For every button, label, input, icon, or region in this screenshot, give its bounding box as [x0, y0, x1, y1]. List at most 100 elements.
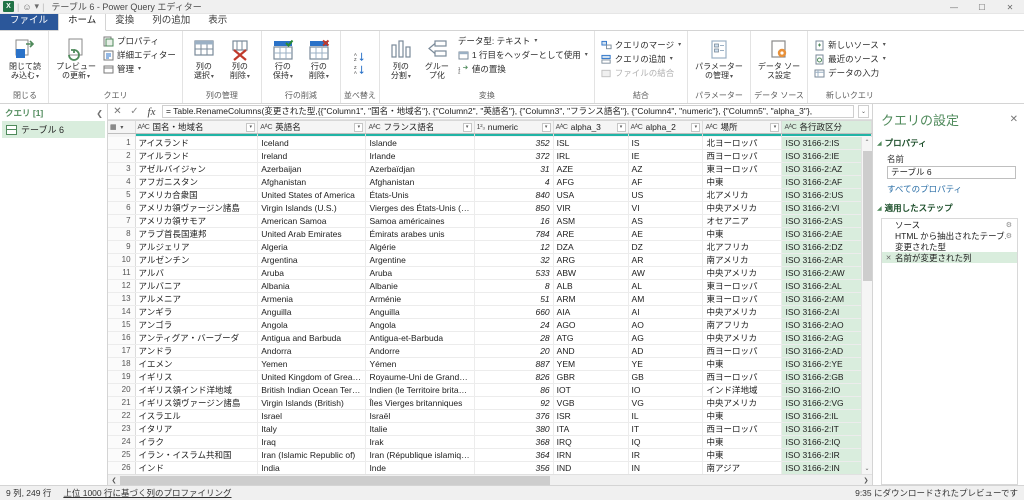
- row-index-cell[interactable]: 20: [108, 383, 135, 396]
- table-row[interactable]: 13アルメニアArmeniaArménie51ARMAM東ヨーロッパISO 31…: [108, 292, 872, 305]
- cell-numeric[interactable]: 660: [474, 305, 553, 318]
- cell-国名・地域名[interactable]: アメリカ領サモア: [135, 214, 258, 227]
- cell-場所[interactable]: 西ヨーロッパ: [703, 344, 782, 357]
- formula-expand-icon[interactable]: ⌄: [858, 105, 869, 118]
- cell-alpha_3[interactable]: AZE: [553, 162, 628, 175]
- table-row[interactable]: 20イギリス領インド洋地域British Indian Ocean Territ…: [108, 383, 872, 396]
- cell-場所[interactable]: 中東: [703, 357, 782, 370]
- cell-フランス語名[interactable]: Inde: [366, 461, 474, 474]
- cell-各行政区分[interactable]: ISO 3166-2:AF: [782, 175, 872, 188]
- row-index-cell[interactable]: 2: [108, 149, 135, 162]
- applied-step-item[interactable]: HTML から抽出されたテーブル⚙: [882, 230, 1017, 241]
- table-row[interactable]: 17アンドラAndorraAndorre20ANDAD西ヨーロッパISO 316…: [108, 344, 872, 357]
- cell-英語名[interactable]: Angola: [258, 318, 366, 331]
- cell-国名・地域名[interactable]: アイスランド: [135, 137, 258, 150]
- cell-国名・地域名[interactable]: アルバニア: [135, 279, 258, 292]
- cell-国名・地域名[interactable]: イギリス領インド洋地域: [135, 383, 258, 396]
- cell-各行政区分[interactable]: ISO 3166-2:AG: [782, 331, 872, 344]
- cell-各行政区分[interactable]: ISO 3166-2:US: [782, 188, 872, 201]
- cell-フランス語名[interactable]: Angola: [366, 318, 474, 331]
- cell-フランス語名[interactable]: Italie: [366, 422, 474, 435]
- cell-alpha_2[interactable]: VG: [628, 396, 703, 409]
- cell-numeric[interactable]: 372: [474, 149, 553, 162]
- cell-numeric[interactable]: 28: [474, 331, 553, 344]
- cell-alpha_2[interactable]: AW: [628, 266, 703, 279]
- cell-alpha_3[interactable]: VIR: [553, 201, 628, 214]
- cell-場所[interactable]: 中東: [703, 227, 782, 240]
- cell-alpha_3[interactable]: ABW: [553, 266, 628, 279]
- cell-alpha_2[interactable]: IQ: [628, 435, 703, 448]
- choose-columns-button[interactable]: 列の選択▾: [186, 34, 222, 83]
- cell-英語名[interactable]: Azerbaijan: [258, 162, 366, 175]
- cell-alpha_2[interactable]: AI: [628, 305, 703, 318]
- cell-フランス語名[interactable]: Îles Vierges britanniques: [366, 396, 474, 409]
- horizontal-scroll-thumb[interactable]: [120, 476, 550, 485]
- cell-英語名[interactable]: Anguilla: [258, 305, 366, 318]
- applied-step-item[interactable]: ✕名前が変更された列: [882, 252, 1017, 263]
- cell-英語名[interactable]: British Indian Ocean Territory: [258, 383, 366, 396]
- cell-alpha_3[interactable]: IOT: [553, 383, 628, 396]
- query-list-item-table6[interactable]: テーブル 6: [2, 121, 105, 138]
- cell-alpha_2[interactable]: DZ: [628, 240, 703, 253]
- smiley-feedback-icon[interactable]: ☺: [22, 2, 31, 12]
- cell-場所[interactable]: 西ヨーロッパ: [703, 422, 782, 435]
- column-filter-dropdown[interactable]: ▾: [542, 123, 551, 132]
- cell-numeric[interactable]: 784: [474, 227, 553, 240]
- cell-英語名[interactable]: Ireland: [258, 149, 366, 162]
- cell-国名・地域名[interactable]: アンティグア・バーブーダ: [135, 331, 258, 344]
- table-row[interactable]: 11アルバArubaAruba533ABWAW中央アメリカISO 3166-2:…: [108, 266, 872, 279]
- column-header-国名・地域名[interactable]: AᴬC国名・地域名▾: [135, 121, 258, 134]
- column-header-alpha_2[interactable]: AᴬCalpha_2▾: [628, 121, 703, 134]
- cell-場所[interactable]: 東ヨーロッパ: [703, 292, 782, 305]
- cell-英語名[interactable]: Algeria: [258, 240, 366, 253]
- table-row[interactable]: 6アメリカ領ヴァージン諸島Virgin Islands (U.S.)Vierge…: [108, 201, 872, 214]
- scroll-right-icon[interactable]: ❯: [860, 477, 872, 484]
- close-button[interactable]: ✕: [996, 0, 1024, 14]
- table-row[interactable]: 5アメリカ合衆国United States of AmericaÉtats-Un…: [108, 188, 872, 201]
- cell-国名・地域名[interactable]: アイルランド: [135, 149, 258, 162]
- grid-vertical-scrollbar[interactable]: ⌃ ⌄: [861, 137, 872, 475]
- cell-国名・地域名[interactable]: イギリス: [135, 370, 258, 383]
- scroll-down-icon[interactable]: ⌄: [862, 462, 872, 474]
- remove-rows-button[interactable]: 行の削除▾: [301, 34, 337, 83]
- cell-alpha_2[interactable]: IL: [628, 409, 703, 422]
- cell-各行政区分[interactable]: ISO 3166-2:GB: [782, 370, 872, 383]
- cell-alpha_2[interactable]: AG: [628, 331, 703, 344]
- column-profiling-label[interactable]: 上位 1000 行に基づく列のプロファイリング: [63, 487, 231, 499]
- cell-国名・地域名[interactable]: イギリス領ヴァージン諸島: [135, 396, 258, 409]
- new-source-button[interactable]: 新しいソース▾: [811, 39, 889, 52]
- cell-alpha_3[interactable]: VGB: [553, 396, 628, 409]
- cell-alpha_3[interactable]: ASM: [553, 214, 628, 227]
- table-row[interactable]: 23イタリアItalyItalie380ITAIT西ヨーロッパISO 3166-…: [108, 422, 872, 435]
- cell-英語名[interactable]: Armenia: [258, 292, 366, 305]
- tab-transform[interactable]: 変換: [106, 13, 143, 30]
- tab-home[interactable]: ホーム: [58, 12, 106, 31]
- row-index-cell[interactable]: 21: [108, 396, 135, 409]
- cell-alpha_2[interactable]: AD: [628, 344, 703, 357]
- cell-alpha_2[interactable]: AF: [628, 175, 703, 188]
- column-header-フランス語名[interactable]: AᴬCフランス語名▾: [366, 121, 474, 134]
- cell-国名・地域名[interactable]: アルゼンチン: [135, 253, 258, 266]
- row-index-cell[interactable]: 15: [108, 318, 135, 331]
- all-properties-link[interactable]: すべてのプロパティ: [873, 179, 1024, 200]
- cell-場所[interactable]: 中央アメリカ: [703, 266, 782, 279]
- cell-numeric[interactable]: 32: [474, 253, 553, 266]
- cell-各行政区分[interactable]: ISO 3166-2:AM: [782, 292, 872, 305]
- applied-steps-section-header[interactable]: ◢ 適用したステップ: [873, 200, 1024, 216]
- group-by-button[interactable]: グループ化: [419, 34, 455, 81]
- cell-numeric[interactable]: 380: [474, 422, 553, 435]
- keep-rows-button[interactable]: 行の保持▾: [265, 34, 301, 83]
- cell-alpha_3[interactable]: AIA: [553, 305, 628, 318]
- cell-国名・地域名[interactable]: インド: [135, 461, 258, 474]
- table-row[interactable]: 3アゼルバイジャンAzerbaijanAzerbaïdjan31AZEAZ東ヨー…: [108, 162, 872, 175]
- cell-場所[interactable]: 南アメリカ: [703, 253, 782, 266]
- row-index-cell[interactable]: 16: [108, 331, 135, 344]
- cell-各行政区分[interactable]: ISO 3166-2:IQ: [782, 435, 872, 448]
- cell-フランス語名[interactable]: Royaume-Uni de Grande-Bret...: [366, 370, 474, 383]
- column-filter-dropdown[interactable]: ▾: [354, 123, 363, 132]
- cell-numeric[interactable]: 826: [474, 370, 553, 383]
- cell-場所[interactable]: オセアニア: [703, 214, 782, 227]
- cell-場所[interactable]: 中東: [703, 435, 782, 448]
- row-index-cell[interactable]: 25: [108, 448, 135, 461]
- column-header-英語名[interactable]: AᴬC英語名▾: [258, 121, 366, 134]
